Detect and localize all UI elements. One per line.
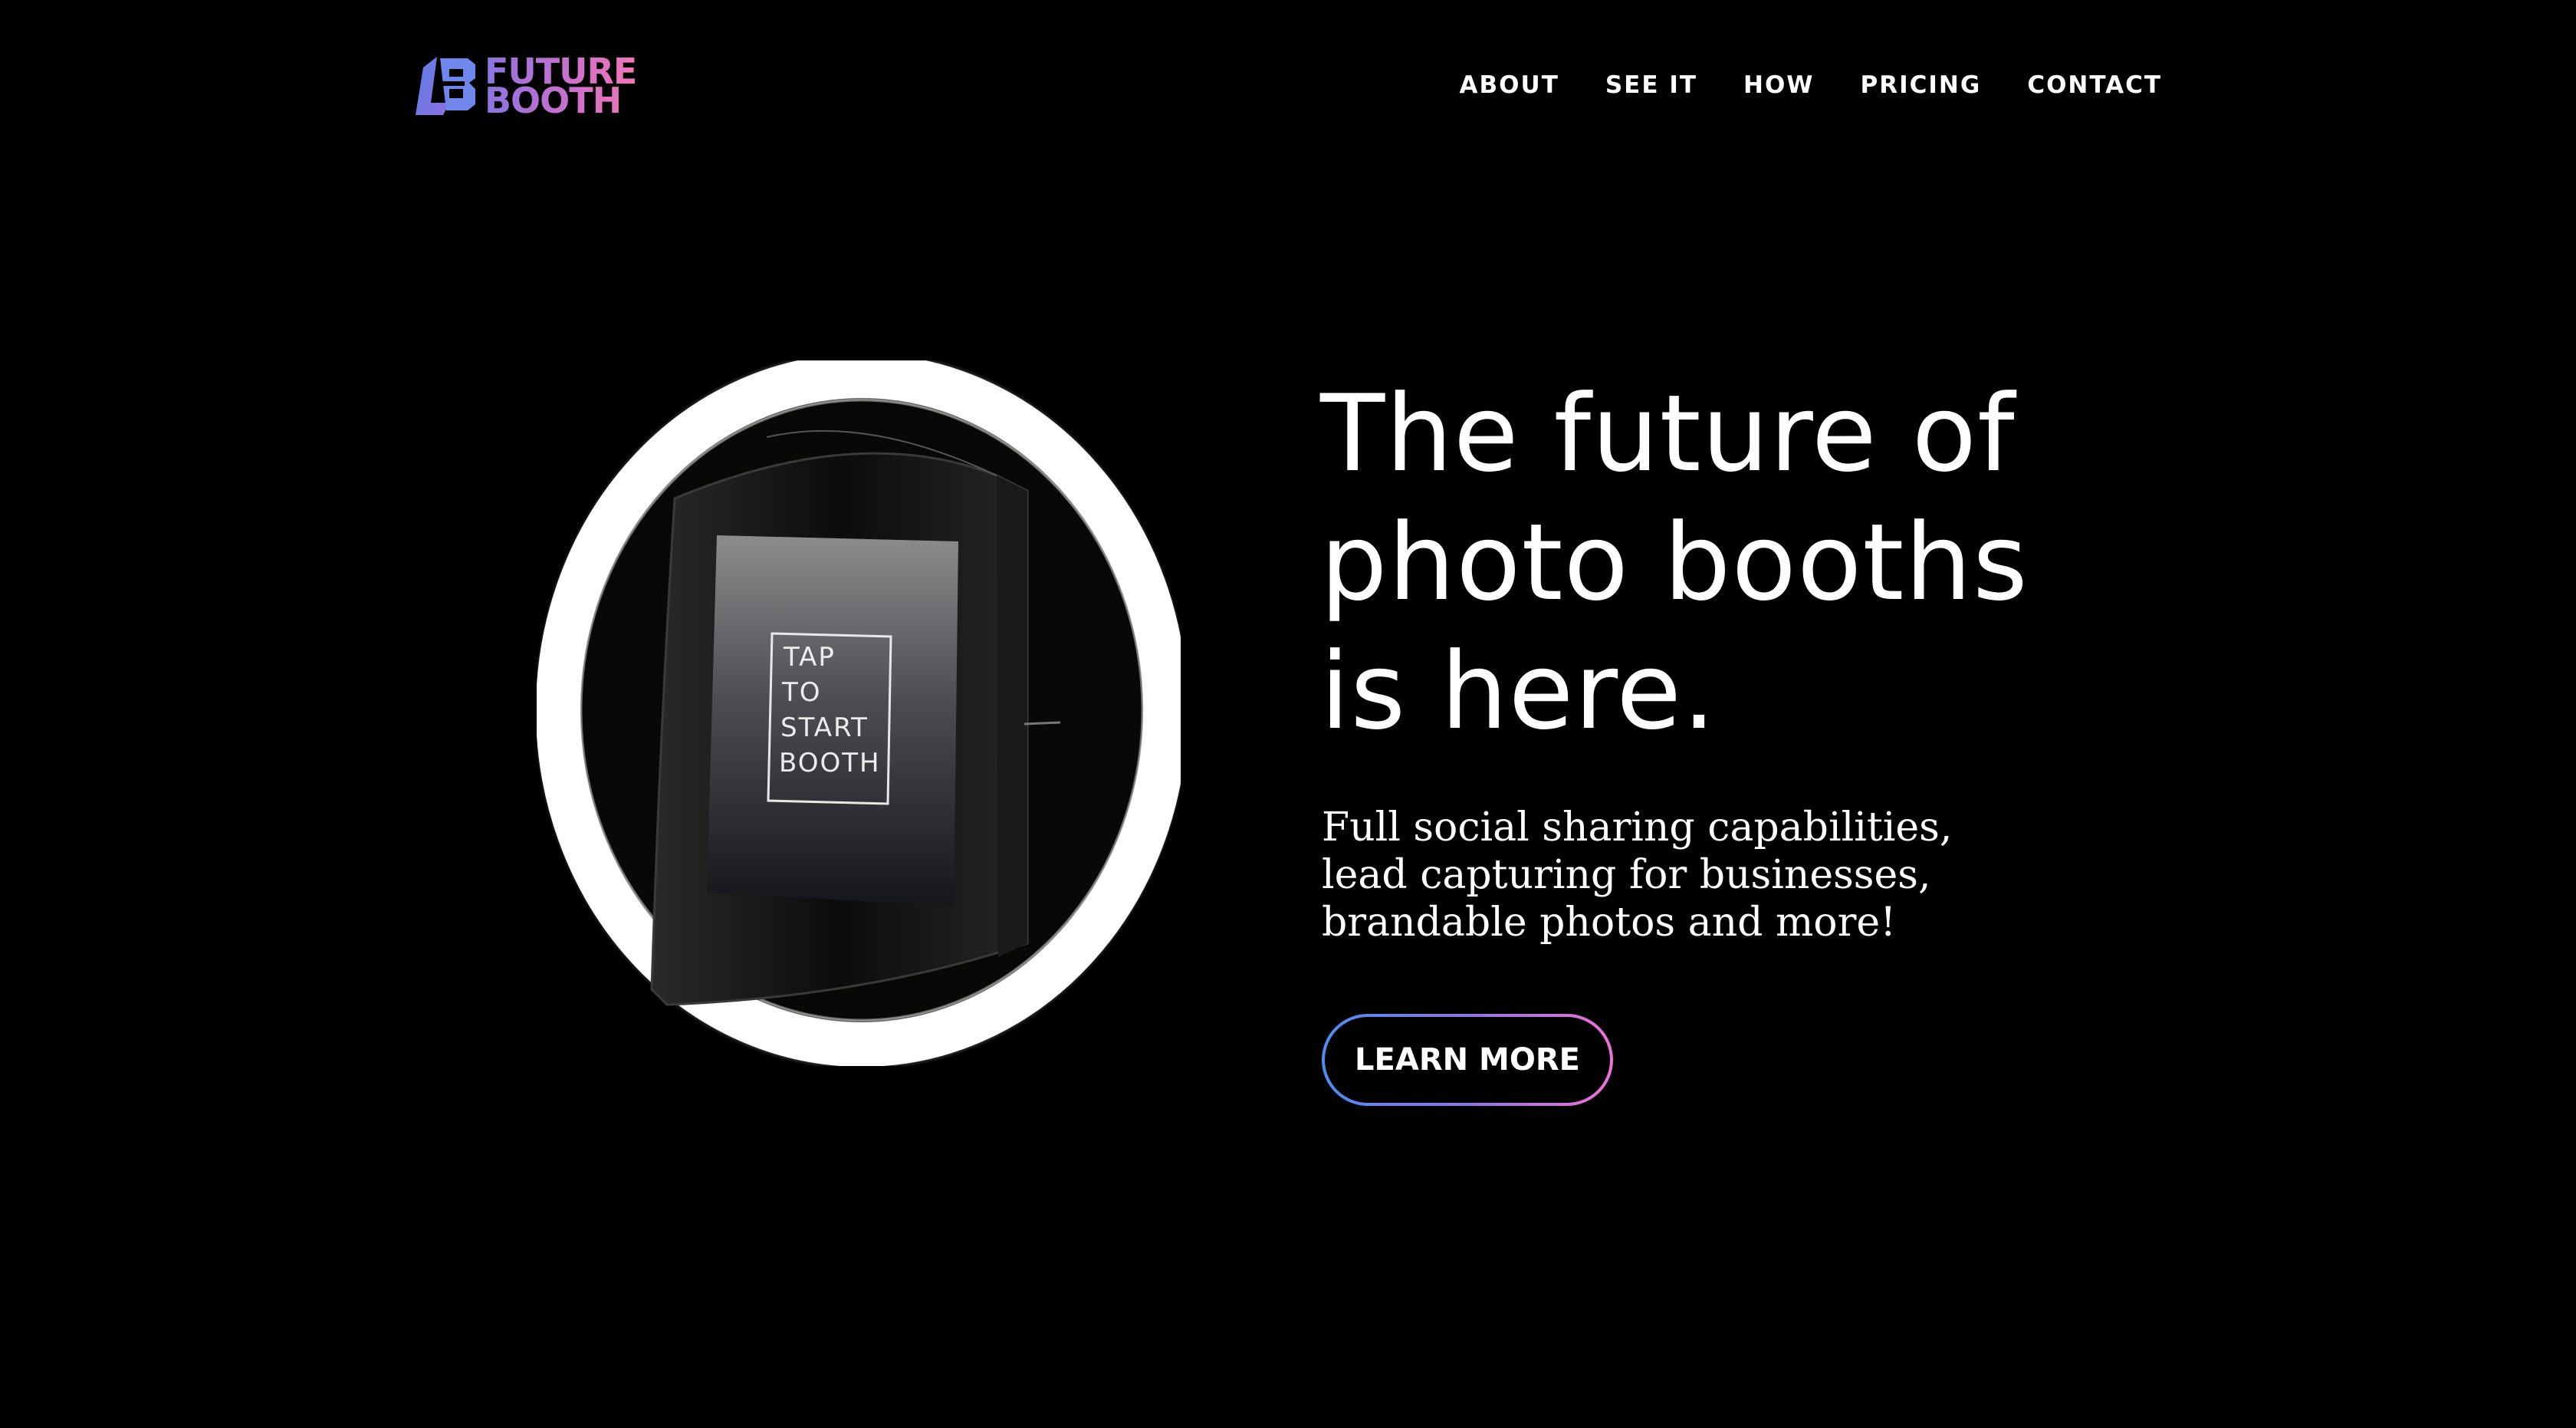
- learn-more-button[interactable]: LEARN MORE: [1322, 1014, 1613, 1106]
- nav-item-see-it[interactable]: SEE IT: [1605, 67, 1697, 103]
- main-nav: ABOUT SEE IT HOW PRICING CONTACT: [1460, 67, 2162, 103]
- brand-logo[interactable]: FUTURE BOOTH: [414, 54, 644, 118]
- hero-title-line2: photo booths: [1320, 501, 2029, 624]
- hero-title: The future of photo booths is here.: [1320, 370, 2240, 756]
- photo-booth-image: TAP TO START BOOTH: [537, 360, 1181, 1066]
- screen-text-tap: TAP: [783, 642, 836, 673]
- screen-text-start: START: [780, 712, 869, 743]
- brand-wordmark: FUTURE BOOTH: [485, 57, 636, 115]
- hero-title-line1: The future of: [1320, 372, 2016, 495]
- nav-item-contact[interactable]: CONTACT: [2027, 67, 2162, 103]
- hero-subtitle: Full social sharing capabilities, lead c…: [1322, 804, 1953, 946]
- hero-title-line3: is here.: [1320, 630, 1717, 753]
- nav-item-pricing[interactable]: PRICING: [1861, 67, 1982, 103]
- nav-item-about[interactable]: ABOUT: [1460, 67, 1559, 103]
- screen-text-booth: BOOTH: [779, 748, 881, 778]
- nav-item-how[interactable]: HOW: [1743, 67, 1815, 103]
- screen-text-to: TO: [781, 677, 822, 708]
- brand-name-line2: BOOTH: [485, 80, 622, 121]
- fb-monogram-icon: [416, 57, 475, 115]
- learn-more-label: LEARN MORE: [1325, 1017, 1610, 1103]
